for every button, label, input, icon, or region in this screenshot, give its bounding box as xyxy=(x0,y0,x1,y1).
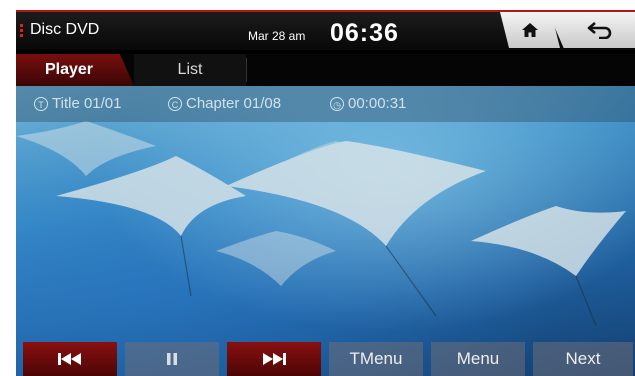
tab-bar: Player List xyxy=(16,54,635,86)
skip-previous-icon xyxy=(58,353,81,365)
skip-next-icon xyxy=(263,353,286,365)
previous-button[interactable] xyxy=(23,342,117,376)
app-title: Disc DVD xyxy=(30,21,100,38)
chapter-icon: C xyxy=(168,96,182,111)
status-bar: Disc DVD Mar 28 am 06:36 xyxy=(16,10,635,50)
pause-icon xyxy=(167,353,177,365)
title-value: Title 01/01 xyxy=(52,95,122,112)
pause-button[interactable] xyxy=(125,342,219,376)
chapter-info: C Chapter 01/08 xyxy=(168,95,281,112)
next-button[interactable]: Next xyxy=(533,342,633,376)
chapter-value: Chapter 01/08 xyxy=(186,95,282,112)
clock: 06:36 xyxy=(330,19,399,47)
time-info: ◷ 00:00:31 xyxy=(330,95,406,112)
video-area[interactable]: T Title 01/01 C Chapter 01/08 ◷ 00:00:31 xyxy=(16,86,635,376)
clock-icon: ◷ xyxy=(330,96,344,111)
date-label: Mar 28 am xyxy=(248,29,306,43)
elapsed-time: 00:00:31 xyxy=(348,95,407,112)
video-frame xyxy=(16,121,626,327)
title-icon: T xyxy=(34,96,48,111)
tab-player[interactable]: Player xyxy=(16,54,134,86)
back-button[interactable] xyxy=(548,12,635,48)
control-bar: TMenu Menu Next xyxy=(23,342,635,376)
title-menu-button[interactable]: TMenu xyxy=(329,342,423,376)
home-icon xyxy=(522,23,538,37)
disc-info-bar: T Title 01/01 C Chapter 01/08 ◷ 00:00:31 xyxy=(16,86,635,122)
indicator-dots xyxy=(20,24,23,39)
dvd-player-screen: Disc DVD Mar 28 am 06:36 Player List T T… xyxy=(16,10,635,376)
menu-button[interactable]: Menu xyxy=(431,342,525,376)
tab-list[interactable]: List xyxy=(134,54,246,86)
back-arrow-icon xyxy=(587,22,611,39)
title-info: T Title 01/01 xyxy=(34,95,122,112)
next-track-button[interactable] xyxy=(227,342,321,376)
tab-divider xyxy=(246,58,247,82)
